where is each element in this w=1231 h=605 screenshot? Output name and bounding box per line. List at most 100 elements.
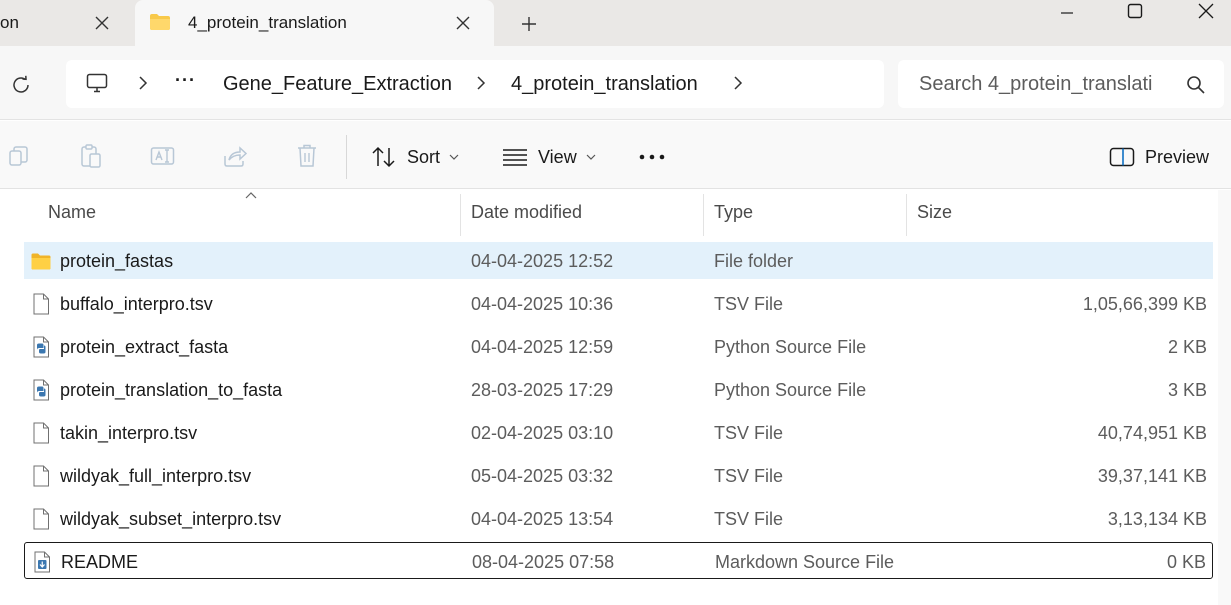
copy-icon[interactable] bbox=[6, 143, 32, 169]
file-icon bbox=[33, 422, 49, 444]
paste-icon[interactable] bbox=[78, 143, 104, 169]
python-file-icon bbox=[33, 379, 49, 401]
file-type: TSV File bbox=[714, 509, 784, 529]
column-divider[interactable] bbox=[906, 194, 907, 236]
markdown-file-icon bbox=[34, 551, 50, 573]
tab-label: 4_protein_translation bbox=[188, 13, 347, 32]
file-name: takin_interpro.tsv bbox=[60, 423, 198, 443]
file-row[interactable]: wildyak_subset_interpro.tsv 04-04-2025 1… bbox=[24, 500, 1213, 537]
file-type: Python Source File bbox=[714, 337, 867, 357]
file-type: Python Source File bbox=[714, 380, 867, 400]
file-row[interactable]: protein_fastas 04-04-2025 12:52 File fol… bbox=[24, 242, 1213, 279]
search-placeholder: Search 4_protein_translati bbox=[919, 73, 1153, 95]
delete-icon[interactable] bbox=[294, 143, 320, 169]
preview-pane-icon bbox=[1109, 147, 1135, 167]
sort-button[interactable]: Sort bbox=[371, 143, 459, 171]
view-icon bbox=[503, 149, 527, 166]
file-date-modified: 04-04-2025 10:36 bbox=[471, 294, 614, 314]
file-size: 40,74,951 KB bbox=[1097, 423, 1207, 443]
view-label: View bbox=[538, 146, 577, 167]
file-name: protein_translation_to_fasta bbox=[60, 380, 283, 400]
file-size: 3 KB bbox=[1167, 380, 1207, 400]
vertical-scrollbar[interactable] bbox=[1218, 190, 1231, 605]
file-date-modified: 04-04-2025 12:52 bbox=[471, 251, 614, 271]
folder-icon bbox=[31, 253, 51, 270]
share-icon[interactable] bbox=[222, 143, 248, 169]
search-icon[interactable] bbox=[1186, 75, 1206, 95]
file-row[interactable]: README 08-04-2025 07:58 Markdown Source … bbox=[24, 542, 1213, 579]
file-name: protein_extract_fasta bbox=[60, 337, 229, 357]
tab-active[interactable]: 4_protein_translation bbox=[135, 0, 494, 46]
file-type: TSV File bbox=[714, 466, 784, 486]
file-type: TSV File bbox=[714, 294, 784, 314]
more-options-icon[interactable] bbox=[638, 143, 666, 171]
chevron-right-icon[interactable] bbox=[728, 73, 748, 93]
address-bar[interactable]: ··· Gene_Feature_Extraction 4_protein_tr… bbox=[66, 60, 884, 108]
file-type: TSV File bbox=[714, 423, 784, 443]
file-size: 39,37,141 KB bbox=[1097, 466, 1207, 486]
file-size: 0 KB bbox=[1166, 552, 1206, 572]
chevron-down-icon bbox=[449, 154, 459, 161]
chevron-right-icon[interactable] bbox=[133, 73, 153, 93]
file-row[interactable]: wildyak_full_interpro.tsv 05-04-2025 03:… bbox=[24, 457, 1213, 494]
file-icon bbox=[33, 293, 49, 315]
file-row[interactable]: buffalo_interpro.tsv 04-04-2025 10:36 TS… bbox=[24, 285, 1213, 322]
new-tab-button[interactable] bbox=[517, 12, 541, 36]
file-date-modified: 02-04-2025 03:10 bbox=[471, 423, 614, 443]
close-tab-icon[interactable] bbox=[452, 12, 474, 34]
preview-button[interactable]: Preview bbox=[1109, 143, 1209, 171]
tab-inactive[interactable]: on bbox=[0, 0, 134, 46]
rename-icon[interactable] bbox=[150, 143, 176, 169]
breadcrumb-item[interactable]: Gene_Feature_Extraction bbox=[223, 73, 452, 96]
refresh-icon[interactable] bbox=[8, 72, 34, 98]
file-name: protein_fastas bbox=[60, 251, 174, 271]
tab-label: on bbox=[0, 13, 19, 32]
file-size: 1,05,66,399 KB bbox=[1082, 294, 1207, 314]
breadcrumb-overflow[interactable]: ··· bbox=[175, 70, 196, 91]
column-date-modified[interactable]: Date modified bbox=[471, 202, 582, 223]
column-type[interactable]: Type bbox=[714, 202, 753, 223]
column-size[interactable]: Size bbox=[917, 202, 952, 223]
close-window-button[interactable] bbox=[1183, 0, 1229, 22]
tab-strip: on 4_protein_translation bbox=[0, 0, 1231, 46]
file-icon bbox=[33, 465, 49, 487]
preview-label: Preview bbox=[1145, 146, 1210, 167]
folder-icon bbox=[150, 14, 170, 30]
file-date-modified: 28-03-2025 17:29 bbox=[471, 380, 614, 400]
view-button[interactable]: View bbox=[502, 143, 596, 171]
command-bar: Sort View Preview bbox=[0, 121, 1231, 189]
file-date-modified: 04-04-2025 13:54 bbox=[471, 509, 614, 529]
file-name: wildyak_subset_interpro.tsv bbox=[60, 509, 282, 529]
file-name: wildyak_full_interpro.tsv bbox=[60, 466, 252, 486]
search-input[interactable]: Search 4_protein_translati bbox=[898, 60, 1224, 108]
python-file-icon bbox=[33, 336, 49, 358]
sort-ascending-icon bbox=[245, 192, 257, 199]
breadcrumb-item[interactable]: 4_protein_translation bbox=[511, 73, 698, 96]
address-row: ··· Gene_Feature_Extraction 4_protein_tr… bbox=[0, 46, 1231, 120]
file-size: 2 KB bbox=[1167, 337, 1207, 357]
column-divider[interactable] bbox=[703, 194, 704, 236]
file-size: 3,13,134 KB bbox=[1107, 509, 1207, 529]
file-date-modified: 05-04-2025 03:32 bbox=[471, 466, 614, 486]
maximize-button[interactable] bbox=[1112, 0, 1158, 22]
chevron-down-icon bbox=[586, 154, 596, 161]
file-row[interactable]: takin_interpro.tsv 02-04-2025 03:10 TSV … bbox=[24, 414, 1213, 451]
file-icon bbox=[33, 508, 49, 530]
file-name: buffalo_interpro.tsv bbox=[60, 294, 213, 314]
file-row[interactable]: protein_extract_fasta 04-04-2025 12:59 P… bbox=[24, 328, 1213, 365]
sort-label: Sort bbox=[407, 146, 441, 167]
column-header-row: Name Date modified Type Size bbox=[0, 190, 1219, 236]
column-name[interactable]: Name bbox=[48, 202, 96, 223]
this-pc-icon[interactable] bbox=[86, 72, 108, 94]
column-divider[interactable] bbox=[460, 194, 461, 236]
close-tab-icon[interactable] bbox=[91, 12, 113, 34]
file-type: Markdown Source File bbox=[715, 552, 895, 572]
minimize-button[interactable] bbox=[1044, 0, 1090, 22]
file-row[interactable]: protein_translation_to_fasta 28-03-2025 … bbox=[24, 371, 1213, 408]
file-type: File folder bbox=[714, 251, 794, 271]
file-date-modified: 04-04-2025 12:59 bbox=[471, 337, 614, 357]
command-divider bbox=[346, 135, 347, 179]
chevron-right-icon[interactable] bbox=[471, 73, 491, 93]
file-name: README bbox=[61, 552, 139, 572]
sort-icon bbox=[372, 146, 395, 168]
